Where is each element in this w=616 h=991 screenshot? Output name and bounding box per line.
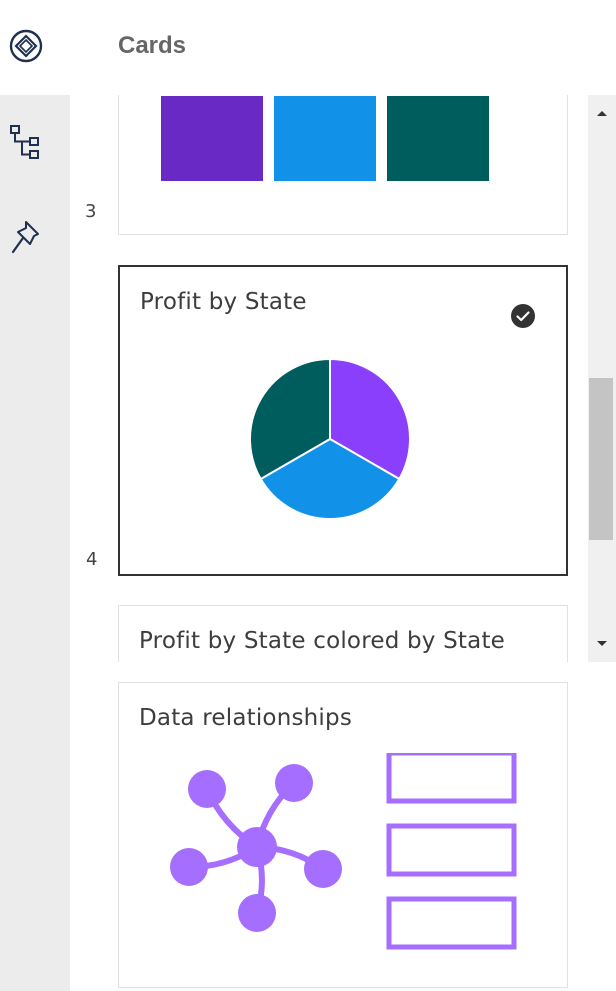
color-swatch [274,96,376,181]
network-node [188,770,226,808]
card-5[interactable]: Profit by State colored by State [118,605,568,662]
card-number: 4 [86,549,98,570]
data-relationships-card[interactable]: Data relationships [118,682,568,988]
compass-diamond-icon[interactable] [0,28,52,64]
panel-title: Cards [118,32,187,59]
scroll-down-arrow-icon[interactable] [588,628,616,660]
network-illustration [170,753,517,950]
table-box [386,896,517,950]
card-4[interactable]: Profit by State 4 [86,265,568,576]
card-number: 3 [85,201,97,222]
hierarchy-icon[interactable] [0,124,52,162]
card-title: Profit by State colored by State [139,628,506,654]
network-node [170,848,208,886]
table-box [386,823,517,877]
color-swatches [161,96,501,181]
network-hub [237,827,277,867]
network-node [304,850,342,888]
scrollbar[interactable] [588,95,616,662]
color-swatch [387,96,489,181]
scroll-up-arrow-icon[interactable] [588,97,616,129]
table-box [386,753,517,804]
pie-chart [249,357,411,520]
left-rail [0,0,70,991]
card-3[interactable]: 3 [85,95,568,235]
panel-header: Cards [70,0,616,95]
scrollbar-thumb[interactable] [589,378,613,540]
checkmark-filled-icon [510,303,536,334]
color-swatch [161,96,263,181]
card-title: Data relationships [139,705,353,731]
network-node [275,764,313,802]
pin-icon[interactable] [0,218,52,258]
card-title: Profit by State [140,289,307,315]
network-node [238,894,276,932]
cards-list[interactable]: 3 Profit by State 4 Profit by State colo… [70,95,588,662]
